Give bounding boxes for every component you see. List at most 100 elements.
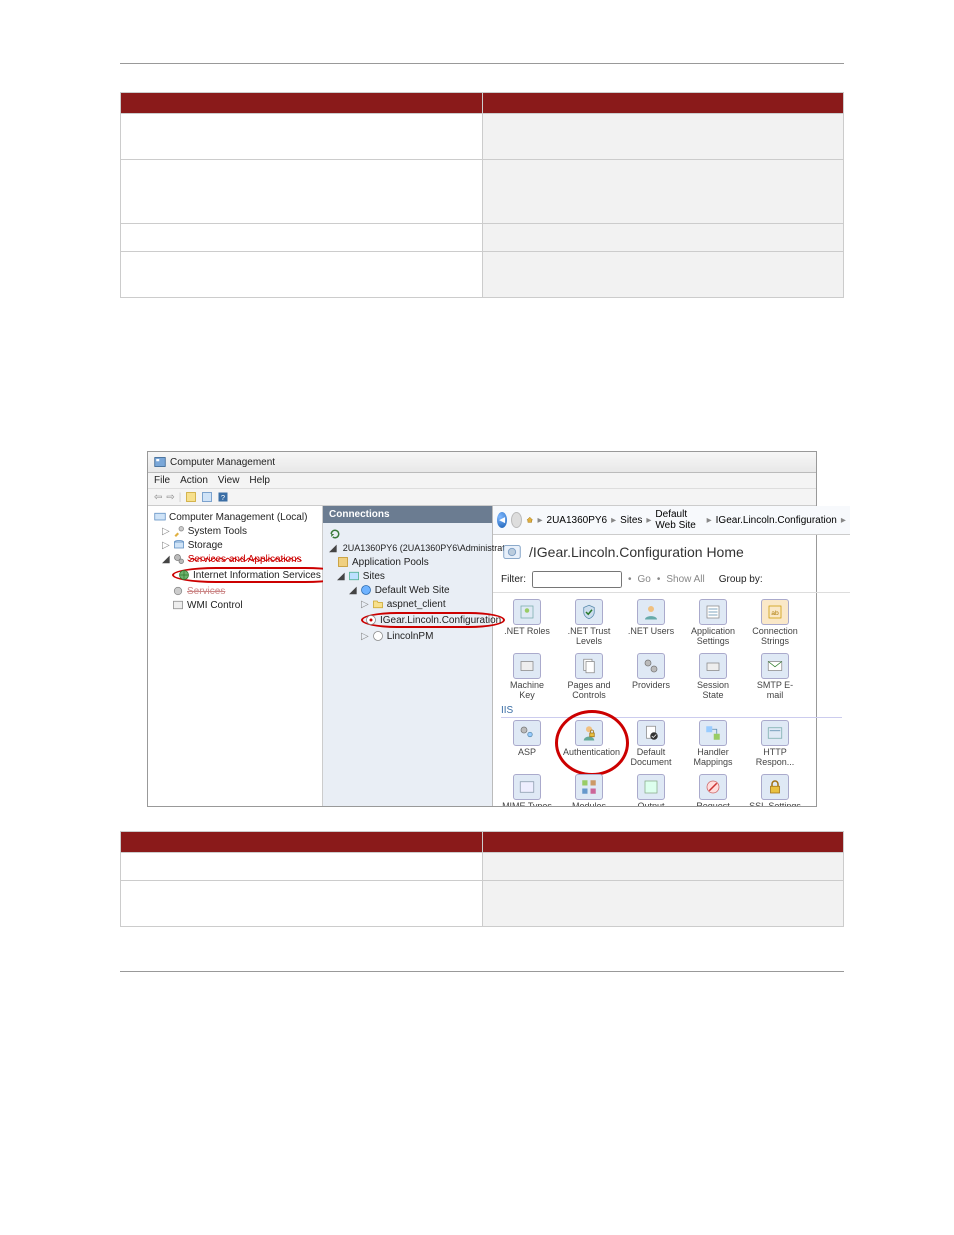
menu-file[interactable]: File <box>154 475 170 486</box>
home-icon[interactable] <box>526 514 534 526</box>
sites-label: Sites <box>363 571 385 582</box>
conn-app-pools[interactable]: Application Pools <box>327 555 488 569</box>
t2r0c0 <box>121 853 483 881</box>
crumb-4[interactable]: IGear.Lincoln.Configuration <box>716 515 837 526</box>
tile-providers[interactable]: Providers <box>625 653 677 701</box>
tree-system-tools[interactable]: ▷ System Tools <box>150 524 320 538</box>
tree-services[interactable]: Services <box>150 584 320 598</box>
providers-icon <box>642 657 660 675</box>
showall-label[interactable]: Show All <box>666 574 704 585</box>
tile-pages-controls[interactable]: Pages and Controls <box>563 653 615 701</box>
table-2 <box>120 831 844 927</box>
tile-request[interactable]: Request Filtering <box>687 774 739 807</box>
menu-view[interactable]: View <box>218 475 240 486</box>
t1r0c1 <box>482 114 844 160</box>
wmi-label: WMI Control <box>187 600 243 611</box>
crumb-1[interactable]: 2UA1360PY6 <box>547 515 608 526</box>
tile-label: MIME Types <box>502 801 552 807</box>
header-rule <box>120 46 844 64</box>
tile-default-doc[interactable]: Default Document <box>625 720 677 768</box>
nav-back-icon[interactable]: ⇦ <box>154 492 162 503</box>
tile-net-users[interactable]: .NET Users <box>625 599 677 647</box>
tile-modules[interactable]: Modules <box>563 774 615 807</box>
nav-fwd-icon[interactable]: ⇨ <box>166 492 174 503</box>
conn-aspnet[interactable]: ▷ aspnet_client <box>327 597 488 611</box>
auth-icon <box>580 724 598 742</box>
back-button[interactable]: ◄ <box>497 512 507 528</box>
conn-igear-config[interactable]: IGear.Lincoln.Configuration <box>327 611 488 629</box>
tile-output[interactable]: Output Caching <box>625 774 677 807</box>
session-icon <box>704 657 722 675</box>
handler-icon <box>704 724 722 742</box>
filter-input[interactable] <box>532 571 622 588</box>
menu-action[interactable]: Action <box>180 475 208 486</box>
trust-icon <box>580 603 598 621</box>
tile-handler[interactable]: Handler Mappings <box>687 720 739 768</box>
tree-storage[interactable]: ▷ Storage <box>150 538 320 552</box>
tile-smtp[interactable]: SMTP E-mail <box>749 653 801 701</box>
aspnet-tiles: .NET Roles .NET Trust Levels .NET Users … <box>501 599 842 701</box>
services-apps-label: Services and Applications <box>188 554 302 565</box>
table-row <box>121 252 844 298</box>
tile-label: Providers <box>632 680 670 690</box>
table1-header-1 <box>482 93 844 114</box>
tile-label: Connection Strings <box>752 626 798 646</box>
content-title: /IGear.Lincoln.Configuration Home <box>529 544 744 560</box>
crumb-3[interactable]: Default Web Site <box>655 509 702 531</box>
app-icon <box>365 614 377 626</box>
conn-sites[interactable]: ◢ Sites <box>327 569 488 583</box>
folder-icon <box>372 598 384 610</box>
app-pools-icon <box>337 556 349 568</box>
tile-conn-strings[interactable]: ab Connection Strings <box>749 599 801 647</box>
aspnet-label: aspnet_client <box>387 599 446 610</box>
tile-label: Request Filtering <box>696 801 730 807</box>
tile-mime[interactable]: MIME Types <box>501 774 553 807</box>
tile-label: Application Settings <box>691 626 735 646</box>
help-icon[interactable]: ? <box>217 491 229 503</box>
conn-lincolnpm[interactable]: ▷ LincolnPM <box>327 629 488 643</box>
tile-label: Session State <box>697 680 729 700</box>
table2-header-1 <box>482 832 844 853</box>
tree-wmi[interactable]: WMI Control <box>150 598 320 612</box>
refresh-icon[interactable] <box>329 528 341 540</box>
http-resp-icon <box>766 724 784 742</box>
conn-server[interactable]: ◢ 2UA1360PY6 (2UA1360PY6\Administrator <box>327 541 488 555</box>
tile-asp[interactable]: ASP <box>501 720 553 768</box>
tile-net-roles[interactable]: .NET Roles <box>501 599 553 647</box>
window-titlebar[interactable]: Computer Management <box>148 452 816 473</box>
menu-help[interactable]: Help <box>249 475 270 486</box>
tile-label: Modules <box>572 801 606 807</box>
tile-label: Authentication <box>563 747 620 757</box>
tile-session-state[interactable]: Session State <box>687 653 739 701</box>
toolbar-icon-1[interactable] <box>185 491 197 503</box>
dws-label: Default Web Site <box>375 585 450 596</box>
conn-strings-icon: ab <box>766 603 784 621</box>
storage-icon <box>173 539 185 551</box>
subheading <box>120 392 844 409</box>
tile-ssl[interactable]: SSL Settings <box>749 774 801 807</box>
tree-iis[interactable]: Internet Information Services (IIS) <box>150 566 320 584</box>
go-label[interactable]: Go <box>638 574 651 585</box>
app-icon-2 <box>372 630 384 642</box>
tile-machine-key[interactable]: Machine Key <box>501 653 553 701</box>
tile-app-settings[interactable]: Application Settings <box>687 599 739 647</box>
roles-icon <box>518 603 536 621</box>
tree-services-apps[interactable]: ◢ Services and Applications <box>150 552 320 566</box>
tile-net-trust[interactable]: .NET Trust Levels <box>563 599 615 647</box>
pages-icon <box>580 657 598 675</box>
tile-authentication[interactable]: Authentication <box>563 720 615 768</box>
toolbar-icon-2[interactable] <box>201 491 213 503</box>
table1-header-0 <box>121 93 483 114</box>
menu-bar: File Action View Help <box>148 473 816 489</box>
iis-icon <box>178 569 190 581</box>
tile-http-resp[interactable]: HTTP Respon... <box>749 720 801 768</box>
conn-dws[interactable]: ◢ Default Web Site <box>327 583 488 597</box>
content-title-row: /IGear.Lincoln.Configuration Home <box>493 535 850 569</box>
table-1 <box>120 92 844 298</box>
t1r1c1 <box>482 160 844 224</box>
conn-server-label: 2UA1360PY6 (2UA1360PY6\Administrator <box>343 543 513 553</box>
crumb-2[interactable]: Sites <box>620 515 642 526</box>
forward-button[interactable] <box>511 512 522 528</box>
smtp-icon <box>766 657 784 675</box>
tree-root[interactable]: Computer Management (Local) <box>150 510 320 524</box>
